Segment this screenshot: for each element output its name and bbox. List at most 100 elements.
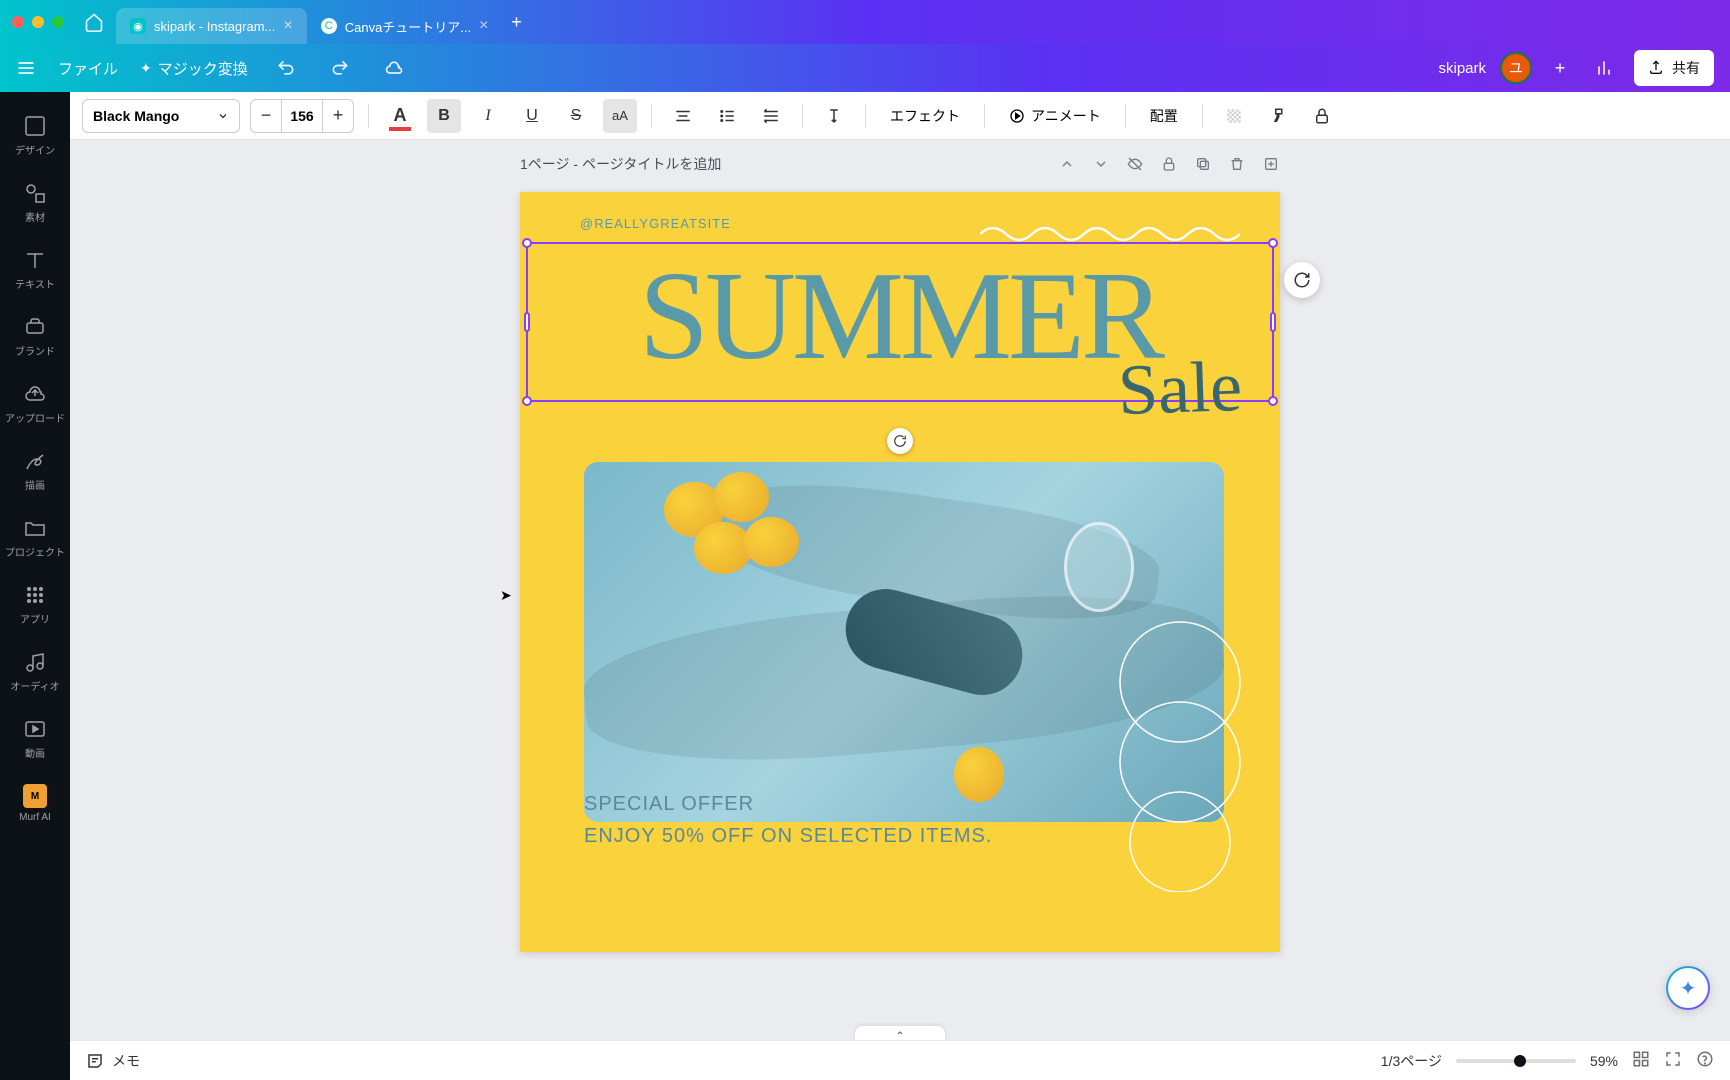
notes-label: メモ	[112, 1051, 140, 1071]
font-size-stepper: − +	[250, 99, 354, 133]
design-page[interactable]: @REALLYGREATSITE SUMMER Sale	[520, 192, 1280, 952]
sidebar-item-brand[interactable]: ブランド	[0, 303, 70, 370]
notes-button[interactable]: メモ	[86, 1051, 140, 1071]
bold-button[interactable]: B	[427, 99, 461, 133]
animate-icon	[1009, 108, 1025, 124]
underline-button[interactable]: U	[515, 99, 549, 133]
animate-button[interactable]: アニメート	[999, 99, 1111, 133]
zoom-slider[interactable]	[1456, 1059, 1576, 1063]
magic-switch-button[interactable]: ✦マジック変換	[140, 58, 248, 79]
redo-icon[interactable]	[324, 52, 356, 84]
offer-text-block[interactable]: SPECIAL OFFER ENJOY 50% OFF ON SELECTED …	[584, 788, 992, 852]
expand-down-icon[interactable]	[1092, 155, 1110, 173]
tab-active[interactable]: ◉ skipark - Instagram... ×	[116, 8, 307, 44]
close-window-icon[interactable]	[12, 16, 24, 28]
selected-text-element[interactable]: SUMMER Sale	[526, 242, 1274, 402]
strikethrough-button[interactable]: S	[559, 99, 593, 133]
sidebar-label: 素材	[25, 209, 45, 224]
vertical-text-button[interactable]	[817, 99, 851, 133]
close-tab-icon[interactable]: ×	[283, 17, 292, 35]
sidebar-item-apps[interactable]: アプリ	[0, 571, 70, 638]
sparkle-icon: ✦	[140, 60, 152, 77]
maximize-window-icon[interactable]	[52, 16, 64, 28]
italic-button[interactable]: I	[471, 99, 505, 133]
align-button[interactable]	[666, 99, 700, 133]
resize-handle-se[interactable]	[1268, 396, 1278, 406]
menu-icon[interactable]	[16, 58, 36, 78]
text-case-button[interactable]: aA	[603, 99, 637, 133]
collapse-up-icon[interactable]	[1058, 155, 1076, 173]
sidebar-item-draw[interactable]: 描画	[0, 437, 70, 504]
home-icon[interactable]	[84, 12, 104, 32]
sidebar-item-audio[interactable]: オーディオ	[0, 638, 70, 705]
avatar[interactable]: ユ	[1500, 52, 1532, 84]
app-toolbar: ファイル ✦マジック変換 skipark ユ + 共有	[0, 44, 1730, 92]
effects-button[interactable]: エフェクト	[880, 99, 970, 133]
left-sidebar: デザイン 素材 テキスト ブランド アップロード 描画 プロジェクト アプリ オ…	[0, 92, 70, 1080]
resize-handle-e[interactable]	[1270, 312, 1276, 332]
decrease-size-button[interactable]: −	[251, 100, 281, 132]
traffic-lights	[12, 16, 64, 28]
canva-tab-icon: C	[321, 18, 337, 34]
text-color-button[interactable]: A	[383, 99, 417, 133]
minimize-window-icon[interactable]	[32, 16, 44, 28]
cursor-indicator: ➤	[500, 587, 512, 604]
fullscreen-icon[interactable]	[1664, 1050, 1682, 1071]
share-label: 共有	[1672, 58, 1700, 78]
canvas-area[interactable]: 1ページ - ページタイトルを追加 @REALLYGREATSITE SUMME…	[70, 140, 1730, 1040]
sidebar-item-text[interactable]: テキスト	[0, 236, 70, 303]
regenerate-button[interactable]	[1284, 262, 1320, 298]
close-tab-icon[interactable]: ×	[479, 17, 488, 35]
transparency-button[interactable]	[1217, 99, 1251, 133]
grid-view-icon[interactable]	[1632, 1050, 1650, 1071]
lock-page-icon[interactable]	[1160, 155, 1178, 173]
duplicate-page-icon[interactable]	[1194, 155, 1212, 173]
document-name[interactable]: skipark	[1438, 60, 1486, 77]
spacing-button[interactable]	[754, 99, 788, 133]
canva-tab-icon: ◉	[130, 18, 146, 34]
add-tab-button[interactable]: +	[502, 8, 530, 36]
resize-handle-w[interactable]	[524, 312, 530, 332]
add-page-icon[interactable]	[1262, 155, 1280, 173]
share-button[interactable]: 共有	[1634, 50, 1714, 86]
page-counter[interactable]: 1/3ページ	[1381, 1051, 1442, 1071]
sale-subtitle[interactable]: Sale	[1117, 345, 1244, 432]
add-member-button[interactable]: +	[1546, 54, 1574, 82]
offer-line-1: SPECIAL OFFER	[584, 788, 992, 820]
undo-icon[interactable]	[270, 52, 302, 84]
file-menu[interactable]: ファイル	[58, 58, 118, 79]
resize-handle-nw[interactable]	[522, 238, 532, 248]
resize-handle-ne[interactable]	[1268, 238, 1278, 248]
font-size-input[interactable]	[281, 100, 323, 132]
sidebar-item-upload[interactable]: アップロード	[0, 370, 70, 437]
sidebar-item-murf[interactable]: MMurf AI	[0, 772, 70, 835]
expand-panel-tab[interactable]	[855, 1026, 945, 1040]
page-title-label[interactable]: 1ページ - ページタイトルを追加	[520, 154, 721, 174]
font-family-select[interactable]: Black Mango	[82, 99, 240, 133]
sidebar-item-design[interactable]: デザイン	[0, 102, 70, 169]
footer-bar: メモ 1/3ページ 59%	[0, 1040, 1730, 1080]
list-button[interactable]	[710, 99, 744, 133]
magic-fab-button[interactable]: ✦	[1666, 966, 1710, 1010]
lock-button[interactable]	[1305, 99, 1339, 133]
position-button[interactable]: 配置	[1140, 99, 1188, 133]
sidebar-item-projects[interactable]: プロジェクト	[0, 504, 70, 571]
increase-size-button[interactable]: +	[323, 100, 353, 132]
copy-style-button[interactable]	[1261, 99, 1295, 133]
handle-text[interactable]: @REALLYGREATSITE	[580, 216, 731, 231]
rotate-handle[interactable]	[887, 428, 913, 454]
tab-inactive[interactable]: C Canvaチュートリア... ×	[307, 8, 503, 44]
help-icon[interactable]	[1696, 1050, 1714, 1071]
resize-handle-sw[interactable]	[522, 396, 532, 406]
sidebar-item-video[interactable]: 動画	[0, 705, 70, 772]
delete-page-icon[interactable]	[1228, 155, 1246, 173]
text-context-toolbar: Black Mango − + A B I U S aA エフェクト アニメート…	[70, 92, 1730, 140]
hide-page-icon[interactable]	[1126, 155, 1144, 173]
zoom-value[interactable]: 59%	[1590, 1053, 1618, 1069]
sidebar-item-elements[interactable]: 素材	[0, 169, 70, 236]
separator	[865, 104, 866, 128]
analytics-icon[interactable]	[1588, 52, 1620, 84]
sidebar-label: 動画	[25, 745, 45, 760]
separator	[1125, 104, 1126, 128]
cloud-sync-icon[interactable]	[378, 52, 410, 84]
